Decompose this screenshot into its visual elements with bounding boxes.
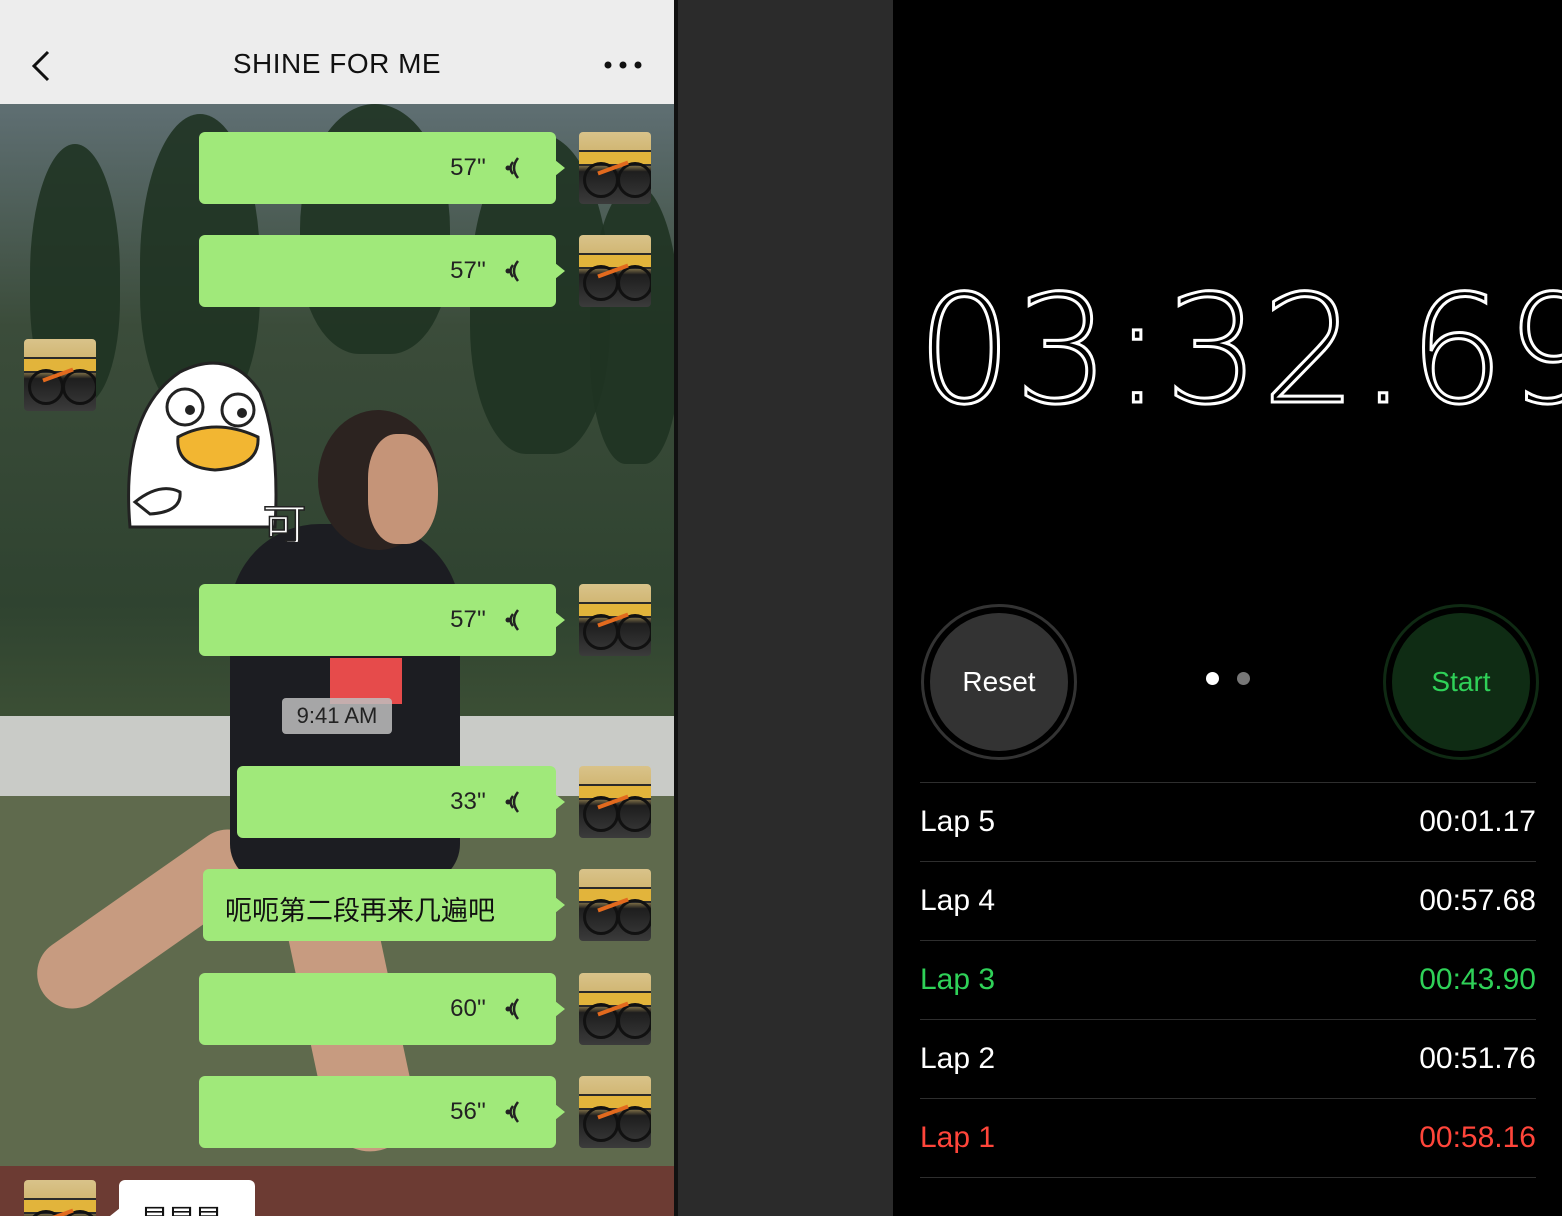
voice-wave-icon (505, 260, 520, 282)
text-message-content: 昆昆昆 (141, 1198, 222, 1216)
voice-duration: 57'' (450, 606, 486, 633)
lap-time: 00:43.90 (1419, 963, 1536, 996)
lap-name: Lap 4 (920, 884, 996, 917)
lap-row: Lap 4 00:57.68 (920, 861, 1536, 940)
voice-message[interactable]: 57'' (199, 235, 565, 307)
voice-message[interactable]: 57'' (199, 132, 565, 204)
lap-name: Lap 1 (920, 1121, 996, 1154)
my-avatar[interactable] (579, 766, 651, 838)
voice-message[interactable]: 57'' (199, 584, 565, 656)
voice-wave-icon (505, 1101, 520, 1123)
voice-duration: 60'' (450, 995, 486, 1022)
lap-name: Lap 5 (920, 805, 996, 838)
chat-screen: SHINE FOR ME 57'' 57'' 可以 57'' 9:41 AM 3… (0, 0, 674, 1216)
voice-duration: 33'' (450, 788, 486, 815)
my-avatar[interactable] (579, 973, 651, 1045)
voice-wave-icon (505, 157, 520, 179)
voice-wave-icon (505, 791, 520, 813)
voice-wave-icon (505, 609, 520, 631)
lap-time: 00:57.68 (1419, 884, 1536, 917)
message-timestamp: 9:41 AM (282, 698, 392, 734)
reset-button[interactable]: Reset (921, 604, 1077, 760)
lap-time: 00:51.76 (1419, 1042, 1536, 1075)
voice-wave-icon (505, 998, 520, 1020)
voice-message[interactable]: 33'' (237, 766, 565, 838)
lap-row: Lap 3 00:43.90 (920, 940, 1536, 1019)
start-label: Start (1392, 613, 1530, 751)
my-avatar[interactable] (579, 1076, 651, 1148)
duck-sticker[interactable]: 可以 (120, 352, 340, 542)
stopwatch-time: 03:32.69 (916, 263, 1562, 440)
page-indicator-dot[interactable] (1237, 672, 1250, 685)
chat-nav-bar: SHINE FOR ME (0, 0, 674, 104)
voice-duration: 56'' (450, 1098, 486, 1125)
voice-message[interactable]: 60'' (199, 973, 565, 1045)
voice-duration: 57'' (450, 154, 486, 181)
lap-row: Lap 5 00:01.17 (920, 782, 1536, 861)
my-avatar[interactable] (579, 869, 651, 941)
lap-row: Lap 2 00:51.76 (920, 1019, 1536, 1098)
text-message[interactable]: 昆昆昆 (110, 1180, 255, 1216)
my-avatar[interactable] (579, 132, 651, 204)
text-message-content: 呃呃第二段再来几遍吧 (225, 896, 495, 926)
contact-avatar[interactable] (24, 1180, 96, 1216)
split-divider (674, 0, 678, 1216)
contact-avatar[interactable] (24, 339, 96, 411)
lap-name: Lap 2 (920, 1042, 996, 1075)
lap-row: Lap 1 00:58.16 (920, 1098, 1536, 1178)
start-button[interactable]: Start (1383, 604, 1539, 760)
lap-time: 00:01.17 (1419, 805, 1536, 838)
lap-list: Lap 5 00:01.17 Lap 4 00:57.68 Lap 3 00:4… (920, 782, 1536, 1178)
chat-title: SHINE FOR ME (232, 48, 442, 79)
more-options-icon[interactable] (600, 52, 646, 78)
sticker-text: 可以 (255, 502, 306, 542)
lap-name: Lap 3 (920, 963, 996, 996)
voice-message[interactable]: 56'' (199, 1076, 565, 1148)
page-indicator-dot-active[interactable] (1206, 672, 1219, 685)
voice-duration: 57'' (450, 257, 486, 284)
lap-time: 00:58.16 (1419, 1121, 1536, 1154)
my-avatar[interactable] (579, 584, 651, 656)
stopwatch-screen: 03:32.69 Reset Start Lap 5 00:01.17 Lap … (893, 0, 1562, 1216)
text-message[interactable]: 呃呃第二段再来几遍吧 (203, 869, 565, 941)
reset-label: Reset (930, 613, 1068, 751)
my-avatar[interactable] (579, 235, 651, 307)
